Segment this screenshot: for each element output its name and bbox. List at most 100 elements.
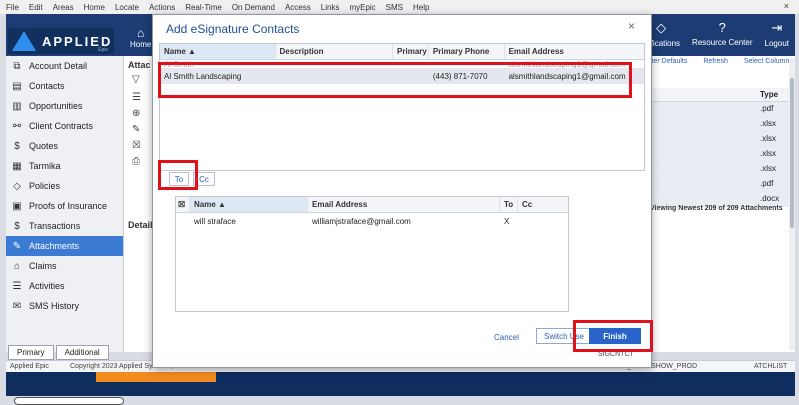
scrollbar-thumb[interactable] (790, 78, 794, 228)
sidebar-item-label: Account Detail (29, 61, 88, 71)
sidebar-item-attachments[interactable]: ✎ Attachments (6, 236, 123, 256)
sidebar-item-proofs-of-insurance[interactable]: ▣ Proofs of Insurance (6, 196, 123, 216)
menu-item-actions[interactable]: Actions (149, 3, 175, 12)
col-primary[interactable]: Primary (393, 44, 429, 59)
main-scrollbar[interactable] (789, 58, 795, 350)
sidebar-item-quotes[interactable]: $ Quotes (6, 136, 123, 156)
row-email: alsmithlandscaping1@gmail.com (508, 60, 626, 68)
menu-item-areas[interactable]: Areas (53, 3, 74, 12)
finish-button[interactable]: Finish (589, 328, 641, 344)
sidebar-item-label: Transactions (29, 221, 81, 231)
sidebar-item-label: SMS History (29, 301, 80, 311)
select-columns-link[interactable]: Select Columns (744, 58, 793, 65)
home-button[interactable]: ⌂ Home (130, 26, 151, 49)
tab-additional[interactable]: Additional (55, 345, 109, 360)
list-icon[interactable]: ☰ (132, 92, 141, 103)
add-icon[interactable]: ⊕ (132, 108, 140, 119)
viewing-count: Viewing Newest 209 of 209 Attachments (650, 205, 783, 212)
table-row[interactable]: .pdf (652, 102, 790, 117)
row-name: will straface (194, 216, 236, 226)
resource-center-button[interactable]: ? Resource Center (692, 20, 752, 48)
sidebar-item-label: Contacts (29, 81, 65, 91)
tab-primary[interactable]: Primary (8, 345, 54, 360)
sidebar-item-label: Policies (29, 181, 61, 191)
switch-user-button[interactable]: Switch Use (536, 328, 592, 344)
filter-icon[interactable]: ▽ (132, 74, 140, 85)
cc-button[interactable]: Cc (193, 172, 215, 186)
menu-item-on-demand[interactable]: On Demand (232, 3, 275, 12)
col-primary-phone[interactable]: Primary Phone (429, 44, 505, 59)
to-button[interactable]: To (169, 172, 189, 186)
print-icon[interactable]: ⎙ (132, 156, 140, 167)
table-row[interactable]: Al Smith alsmithlandscaping1@gmail.com (160, 60, 644, 68)
row-email: williamjstraface@gmail.com (312, 216, 411, 226)
table-row[interactable]: Al Smith Landscaping (443) 871-7070 alsm… (160, 68, 644, 84)
row-to[interactable]: X (500, 217, 518, 226)
sidebar-item-label: Opportunities (29, 101, 83, 111)
menu-item-help[interactable]: Help (413, 3, 429, 12)
menu-item-real-time[interactable]: Real-Time (185, 3, 222, 12)
col-to[interactable]: To (500, 197, 518, 212)
table-row[interactable]: .pdf (652, 177, 790, 192)
table-row[interactable]: .xlsx (652, 162, 790, 177)
select-all-checkbox[interactable]: ☒ (176, 197, 190, 212)
cancel-button[interactable]: Cancel (494, 333, 519, 342)
sidebar-item-label: Tarmika (29, 161, 61, 171)
sidebar-item-opportunities[interactable]: ▥ Opportunities (6, 96, 123, 116)
col-email[interactable]: Email Address (505, 44, 644, 59)
menu-item-file[interactable]: File (6, 3, 19, 12)
edit-icon[interactable]: ✎ (132, 124, 140, 135)
col-name[interactable]: Name ▲ (190, 197, 308, 212)
menu-item-myepic[interactable]: myEpic (349, 3, 375, 12)
table-row[interactable]: will straface williamjstraface@gmail.com… (176, 213, 568, 229)
delete-icon[interactable]: ☒ (132, 140, 141, 151)
filter-defaults-link[interactable]: lter Defaults (650, 58, 687, 65)
col-email[interactable]: Email Address (308, 197, 500, 212)
menu-item-links[interactable]: Links (321, 3, 340, 12)
dialog-title: Add eSignature Contacts (166, 22, 300, 36)
row-name: Al Smith (164, 60, 194, 68)
sidebar-item-sms-history[interactable]: ✉ SMS History (6, 296, 123, 316)
sidebar-item-tarmika[interactable]: ▦ Tarmika (6, 156, 123, 176)
table-row[interactable]: .xlsx (652, 132, 790, 147)
status-app: Applied Epic (10, 363, 49, 370)
taskbar-pill[interactable] (14, 397, 124, 405)
sidebar-item-claims[interactable]: ⌂ Claims (6, 256, 123, 276)
attachments-grid: Type .pdf .xlsx .xlsx .xlsx .xlsx .pdf .docx (652, 88, 790, 207)
status-code: ATCHLIST (754, 363, 788, 370)
logout-button[interactable]: ⇥ Logout (765, 20, 789, 48)
logo-sub: Epic (98, 47, 108, 53)
activities-icon: ☰ (12, 280, 22, 292)
header-tools: ◇ otifications ? Resource Center ⇥ Logou… (642, 20, 789, 48)
menu-item-home[interactable]: Home (84, 3, 105, 12)
paperclip-icon: ✎ (12, 240, 22, 252)
col-name[interactable]: Name ▲ (160, 44, 276, 59)
menu-item-edit[interactable]: Edit (29, 3, 43, 12)
recipients-table: ☒ Name ▲ Email Address To Cc will strafa… (175, 196, 569, 312)
menu-item-access[interactable]: Access (285, 3, 311, 12)
dollar-icon: $ (14, 140, 20, 152)
table-row[interactable]: .xlsx (652, 117, 790, 132)
help-icon: ? (718, 20, 726, 35)
close-icon[interactable]: × (628, 19, 635, 33)
logout-icon: ⇥ (771, 20, 783, 35)
applied-logo: APPLIED Epic (8, 28, 114, 54)
sidebar-item-contacts[interactable]: ▤ Contacts (6, 76, 123, 96)
menu-item-sms[interactable]: SMS (386, 3, 403, 12)
sidebar-item-client-contracts[interactable]: ⚯ Client Contracts (6, 116, 123, 136)
refresh-link[interactable]: Refresh (703, 58, 728, 65)
sidebar-item-account-detail[interactable]: ⧉ Account Detail (6, 56, 123, 76)
row-email: alsmithlandscaping1@gmail.com (508, 71, 626, 81)
sidebar-item-transactions[interactable]: $ Transactions (6, 216, 123, 236)
type-column-header[interactable]: Type (652, 88, 790, 102)
window-close-icon[interactable]: × (784, 1, 789, 11)
col-description[interactable]: Description (276, 44, 394, 59)
table-row[interactable]: .xlsx (652, 147, 790, 162)
menu-item-locate[interactable]: Locate (115, 3, 139, 12)
bottom-strip (6, 372, 795, 396)
sidebar: ⧉ Account Detail ▤ Contacts ▥ Opportunities ⚯ C… (6, 56, 124, 352)
sidebar-item-activities[interactable]: ☰ Activities (6, 276, 123, 296)
orange-banner (96, 372, 216, 382)
sidebar-item-policies[interactable]: ◇ Policies (6, 176, 123, 196)
col-cc[interactable]: Cc (518, 197, 538, 212)
